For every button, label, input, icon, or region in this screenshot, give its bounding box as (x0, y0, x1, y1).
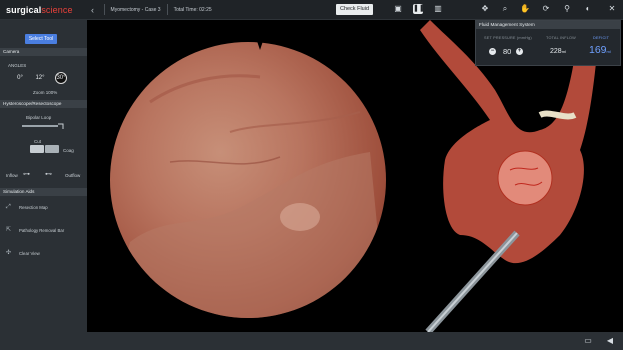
inflow-number: 228 (550, 48, 562, 55)
search-icon[interactable]: ⌕ (500, 4, 510, 14)
angle-0-option[interactable]: 0° (14, 72, 26, 84)
rotate-icon[interactable]: ⟳ (541, 4, 551, 14)
angles-label: ANGLES (8, 63, 27, 68)
deficit-unit: ml (606, 49, 611, 54)
case-title: Myomectomy - Case 3 (110, 6, 161, 13)
total-inflow-value: 228ml (550, 48, 566, 55)
deficit-value: 169ml (589, 44, 611, 56)
pathology-removal-label: Pathology Removal Bar (19, 228, 65, 233)
close-icon[interactable]: ✕ (607, 4, 617, 14)
uterus-3d-model[interactable] (420, 20, 623, 332)
angle-12-option[interactable]: 12° (34, 72, 46, 84)
total-time: Total Time: 02:25 (173, 6, 212, 13)
resection-map-icon: ⤢ (6, 204, 11, 210)
brand-logo: surgicalscience (6, 5, 73, 15)
bipolar-loop-icon[interactable] (22, 122, 64, 130)
decrease-pressure-button[interactable]: − (489, 48, 496, 55)
hysteroscope-section-header[interactable]: Hysteroscope/Resectoscope (0, 100, 87, 108)
select-tool-button[interactable]: Select Tool (25, 34, 57, 44)
clear-view-label: Clear View (19, 251, 40, 256)
folder-icon[interactable]: ▭ (583, 336, 593, 346)
simulation-aids-section-header[interactable]: Simulation Aids (0, 188, 87, 196)
pause-icon[interactable]: ❚❚ (413, 4, 425, 14)
bottom-bar (87, 332, 623, 350)
resection-map-item[interactable]: ⤢ Resection Map (6, 204, 48, 211)
view-icon[interactable]: ▣ (393, 4, 403, 14)
hand-icon[interactable]: ✋ (520, 4, 530, 14)
angle-30-option[interactable]: 30° (55, 72, 67, 84)
check-fluid-button[interactable]: Check Fluid (336, 4, 373, 15)
coag-label: Coag (63, 148, 74, 153)
pathology-removal-icon: ⇱ (6, 227, 12, 233)
pathology-removal-bar-item[interactable]: ⇱ Pathology Removal Bar (6, 227, 64, 234)
deficit-number: 169 (589, 44, 607, 56)
tool-icon[interactable]: ⚲ (562, 4, 572, 14)
total-inflow-label: TOTAL INFLOW (546, 36, 576, 40)
sidebar: Select Tool Camera ANGLES 0° 12° 30° Zoo… (0, 20, 87, 350)
fluid-panel-title: Fluid Management System (476, 21, 620, 29)
brand-accent: science (41, 4, 73, 15)
deficit-label: DEFICIT (593, 36, 610, 40)
outflow-valve-icon[interactable]: ⊷ (45, 170, 52, 178)
outflow-label: Outflow (65, 173, 81, 178)
night-icon[interactable]: ◐ (583, 4, 593, 14)
divider (103, 4, 105, 15)
hysteroscope-view[interactable] (110, 42, 386, 318)
brand-main: surgical (6, 4, 42, 15)
pressure-label: SET PRESSURE (mmHg) (484, 36, 532, 40)
zoom-readout: Zoom 100% (33, 90, 58, 95)
camera-section-header[interactable]: Camera (0, 48, 87, 56)
fluid-management-panel: Fluid Management System SET PRESSURE (mm… (475, 20, 621, 66)
pressure-value: 80 (503, 47, 512, 56)
cut-coag-pedal-icon[interactable] (30, 144, 60, 154)
inflow-label: Inflow (6, 173, 18, 178)
move-icon[interactable]: ✥ (480, 4, 490, 14)
uterine-cavity-image (110, 74, 386, 318)
volume-icon[interactable]: ◀ (605, 336, 615, 346)
camera-icon[interactable]: ▥ (433, 4, 443, 14)
resection-map-label: Resection Map (19, 205, 48, 210)
inflow-valve-icon[interactable]: ⊶ (23, 170, 30, 178)
inflow-unit: ml (561, 49, 566, 54)
collapse-sidebar-icon[interactable]: ‹ (88, 5, 98, 15)
scope-orientation-notch (256, 38, 264, 50)
clear-view-item[interactable]: ✣ Clear View (6, 250, 40, 257)
bipolar-loop-label: Bipolar Loop (26, 115, 52, 120)
increase-pressure-button[interactable]: + (516, 48, 523, 55)
clear-view-icon: ✣ (6, 250, 12, 256)
divider (166, 4, 168, 15)
